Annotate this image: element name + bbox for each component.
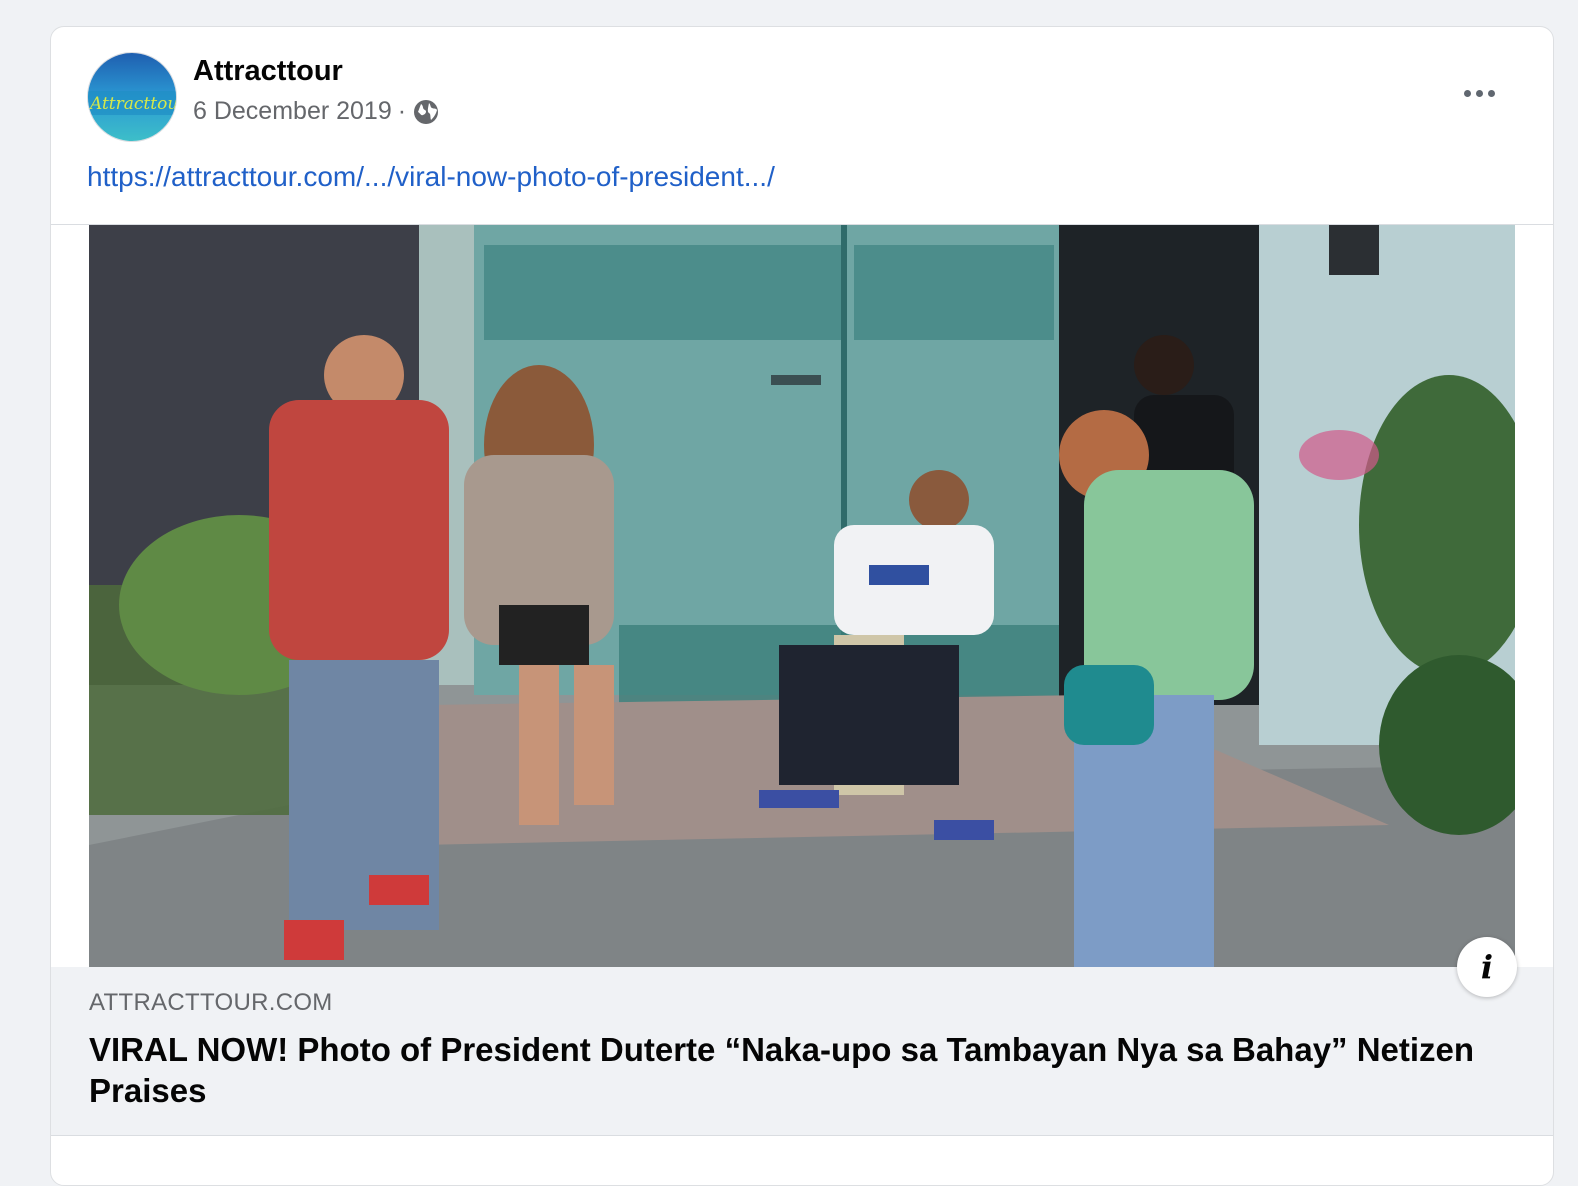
avatar-logo-text: Attracttour [88, 94, 177, 114]
more-options-dot [1475, 89, 1483, 97]
link-headline[interactable]: VIRAL NOW! Photo of President Duterte “N… [89, 1029, 1509, 1111]
globe-icon [412, 98, 440, 126]
link-preview-media[interactable] [51, 224, 1553, 968]
page-avatar[interactable]: Attracttour [87, 52, 177, 142]
more-options-button[interactable] [1455, 75, 1503, 111]
info-icon: i [1480, 948, 1494, 986]
post-header: Attracttour Attracttour 6 December 2019 … [51, 27, 1553, 147]
post-meta: 6 December 2019 · [193, 97, 440, 126]
post-link[interactable]: https://attracttour.com/.../viral-now-ph… [87, 161, 775, 193]
post-card: Attracttour Attracttour 6 December 2019 … [50, 26, 1554, 1186]
more-options-icon [1463, 89, 1471, 97]
link-domain: ATTRACTTOUR.COM [89, 989, 333, 1016]
more-options-dot [1487, 89, 1495, 97]
meta-separator: · [397, 97, 407, 125]
link-preview[interactable]: ATTRACTTOUR.COM VIRAL NOW! Photo of Pres… [51, 967, 1553, 1136]
info-button[interactable]: i [1457, 937, 1517, 997]
avatar-logo: Attracttour [88, 53, 177, 141]
street-scene-image [89, 225, 1515, 968]
post-date[interactable]: 6 December 2019 [193, 97, 392, 126]
preview-photo[interactable] [89, 225, 1515, 968]
page-name[interactable]: Attracttour [193, 55, 343, 88]
